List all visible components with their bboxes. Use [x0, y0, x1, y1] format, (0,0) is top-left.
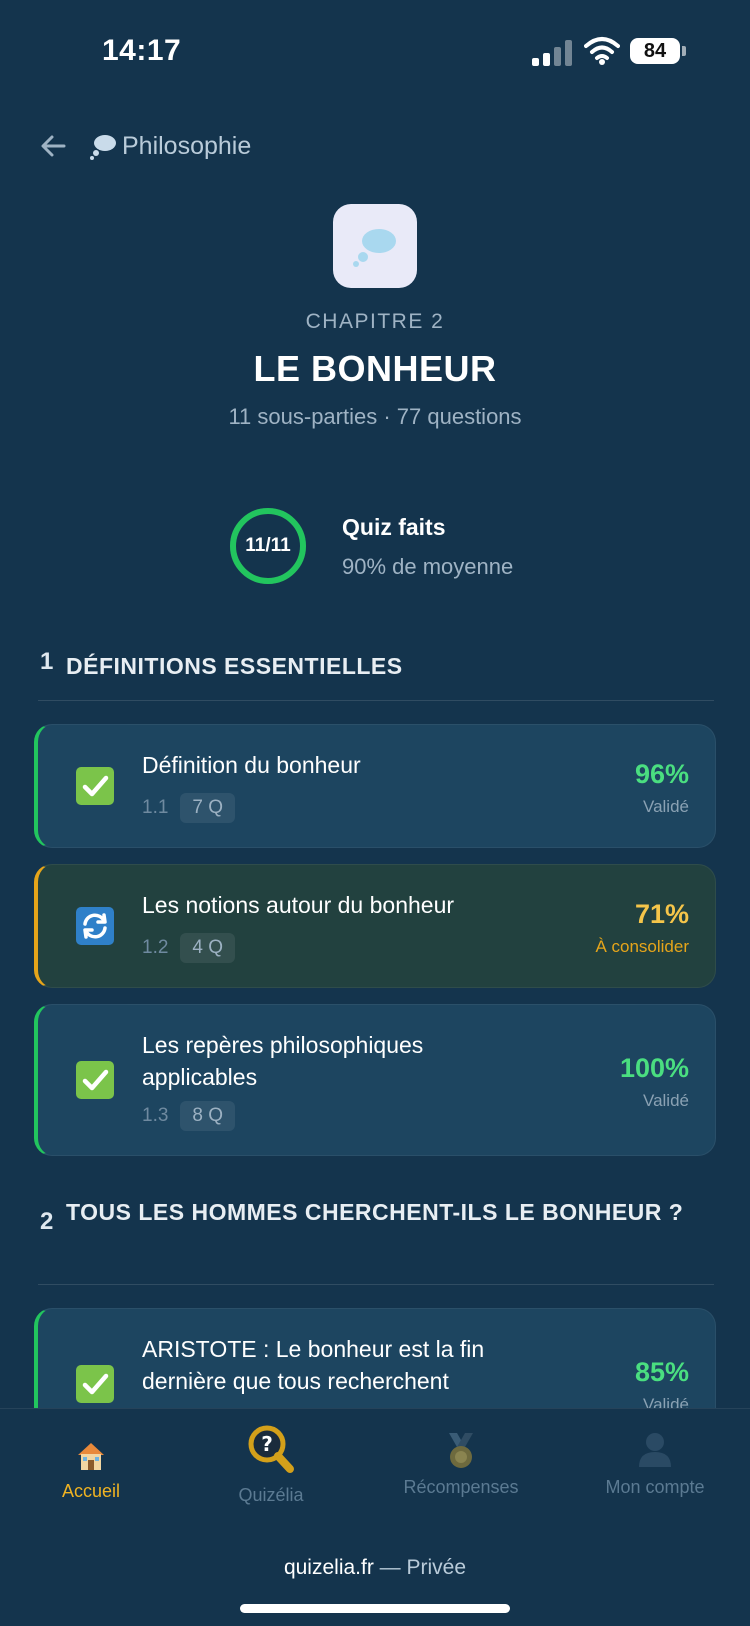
- screen: 14:17 84 Philosophie CHAPITRE 2 LE BONHE…: [0, 0, 750, 1626]
- subpart-title: Définition du bonheur: [142, 752, 361, 778]
- subpart-title: ARISTOTE : Le bonheur est la fin dernièr…: [142, 1336, 485, 1394]
- section-title: TOUS LES HOMMES CHERCHENT-ILS LE BONHEUR…: [66, 1199, 684, 1225]
- tab-recompenses[interactable]: Récompenses: [386, 1409, 536, 1519]
- check-icon: [76, 1365, 114, 1403]
- subpart-number: 1.2: [142, 937, 169, 958]
- question-count-badge: 8 Q: [180, 1101, 236, 1131]
- back-arrow-icon[interactable]: [38, 131, 68, 161]
- chapter-label: CHAPITRE 2: [305, 310, 445, 333]
- breadcrumb[interactable]: Philosophie: [38, 128, 251, 164]
- section-header: 1 DÉFINITIONS ESSENTIELLES: [40, 648, 710, 684]
- question-count-badge: 4 Q: [180, 933, 236, 963]
- battery-tip: [682, 46, 686, 56]
- tab-accueil[interactable]: Accueil: [16, 1409, 166, 1519]
- section-number: 1: [40, 648, 54, 675]
- home-indicator[interactable]: [240, 1604, 510, 1613]
- question-count-badge: 7 Q: [180, 793, 236, 823]
- tab-label: Quizélia: [238, 1485, 304, 1505]
- page-title: LE BONHEUR: [253, 348, 497, 389]
- status-bar: 14:17 84: [0, 0, 750, 100]
- subpart-score: 96%: [634, 759, 689, 789]
- subpart-meta: 1.3 8 Q: [142, 1101, 236, 1131]
- chapter-icon: [333, 204, 417, 288]
- chapter-subtitle: 11 sous-parties · 77 questions: [228, 404, 522, 429]
- user-icon: [639, 1433, 671, 1467]
- bottom-tab-bar: Accueil ? Quizélia Récompenses Mon compt…: [0, 1408, 750, 1626]
- subpart-score: 85%: [634, 1357, 689, 1387]
- wifi-icon: [584, 37, 620, 65]
- check-icon: [76, 1061, 114, 1099]
- subpart-score: 100%: [619, 1053, 689, 1083]
- quiz-average: 90% de moyenne: [342, 554, 514, 579]
- refresh-icon: [76, 907, 114, 945]
- thought-bubble-icon: [353, 229, 396, 267]
- section-title: DÉFINITIONS ESSENTIELLES: [66, 653, 403, 679]
- subpart-status: Validé: [643, 1091, 689, 1110]
- medal-icon: [449, 1433, 473, 1468]
- magnifier-question-icon: ?: [248, 1425, 294, 1473]
- subpart-meta: 1.1 7 Q: [142, 793, 236, 823]
- tab-quizelia[interactable]: ? Quizélia: [196, 1409, 346, 1519]
- subpart-status: Validé: [643, 797, 689, 816]
- battery-indicator: 84: [630, 38, 680, 64]
- quiz-done-title: Quiz faits: [342, 514, 446, 540]
- subpart-status: À consolider: [595, 937, 689, 956]
- tab-label: Mon compte: [605, 1477, 705, 1497]
- tab-label: Accueil: [61, 1481, 121, 1501]
- section-number: 2: [40, 1208, 54, 1235]
- tab-mon-compte[interactable]: Mon compte: [580, 1409, 730, 1519]
- status-time: 14:17: [102, 34, 182, 67]
- subpart-card[interactable]: Les notions autour du bonheur 1.2 4 Q 71…: [34, 864, 716, 988]
- subpart-number: 1.1: [142, 797, 169, 818]
- subpart-number: 1.3: [142, 1105, 169, 1126]
- subpart-card[interactable]: Les repères philosophiques applicables 1…: [34, 1004, 716, 1156]
- footer-domain: quizelia.fr: [283, 1556, 374, 1579]
- house-icon: [78, 1443, 104, 1470]
- subpart-score: 71%: [634, 899, 689, 929]
- thought-bubble-icon: [90, 135, 116, 160]
- divider: [38, 1284, 714, 1285]
- progress-ring-label: 11/11: [245, 535, 291, 556]
- subpart-title: Les repères philosophiques applicables: [142, 1032, 424, 1090]
- svg-text:?: ?: [261, 1432, 273, 1456]
- footer-separator: —: [373, 1556, 407, 1579]
- subpart-meta: 1.2 4 Q: [142, 933, 236, 963]
- subpart-title: Les notions autour du bonheur: [142, 892, 455, 918]
- footer-mode: Privée: [406, 1556, 467, 1579]
- section-header: 2 TOUS LES HOMMES CHERCHENT-ILS LE BONHE…: [40, 1194, 710, 1236]
- divider: [38, 700, 714, 701]
- subpart-card[interactable]: Définition du bonheur 1.1 7 Q 96% Validé: [34, 724, 716, 848]
- breadcrumb-label: Philosophie: [122, 131, 252, 160]
- check-icon: [76, 767, 114, 805]
- tab-label: Récompenses: [403, 1477, 519, 1497]
- cellular-signal-icon: [532, 40, 574, 66]
- browser-footer: quizelia.fr — Privée: [0, 1556, 750, 1580]
